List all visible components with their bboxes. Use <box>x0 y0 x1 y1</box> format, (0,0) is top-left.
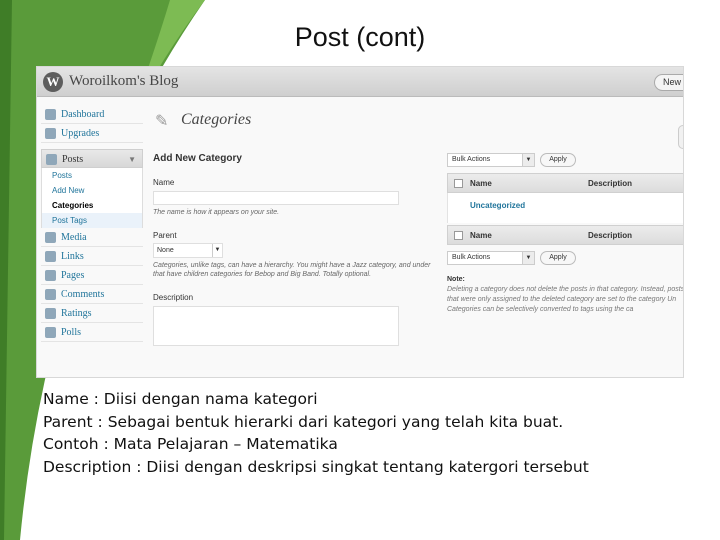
upgrades-icon <box>45 128 56 139</box>
posts-submenu: Posts Add New Categories Post Tags <box>41 168 143 228</box>
parent-select[interactable]: None ▼ <box>153 243 223 258</box>
wordpress-screenshot: W Woroilkom's Blog New P Dashboard Upgra… <box>36 66 684 378</box>
sidebar-item-upgrades[interactable]: Upgrades <box>41 124 143 143</box>
admin-sidebar: Dashboard Upgrades Posts ▼ Posts Add New… <box>41 105 143 342</box>
column-name[interactable]: Name <box>470 231 492 240</box>
bulk-actions-select[interactable]: Bulk Actions ▼ <box>447 153 535 167</box>
add-category-form: Add New Category Name The name is how it… <box>153 153 433 346</box>
sidebar-item-ratings[interactable]: Ratings <box>41 304 143 323</box>
sidebar-item-label: Ratings <box>61 308 92 319</box>
note-line-example: Contoh : Mata Pelajaran – Matematika <box>43 435 338 453</box>
note-text-2: Categories can be selectively converted … <box>447 306 634 313</box>
note-line-description: Description : Diisi dengan deskripsi sin… <box>43 457 589 476</box>
bulk-actions-row-top: Bulk Actions ▼ Apply <box>447 153 683 171</box>
bulk-actions-row-bottom: Bulk Actions ▼ Apply <box>447 251 683 269</box>
parent-hint: Categories, unlike tags, can have a hier… <box>153 262 431 278</box>
bulk-actions-value: Bulk Actions <box>452 156 491 163</box>
sidebar-item-label: Comments <box>61 289 105 300</box>
submenu-item-categories[interactable]: Categories <box>42 198 142 213</box>
note-line-name: Name : Diisi dengan nama kategori <box>43 390 318 408</box>
parent-select-value: None <box>157 247 174 254</box>
submenu-item-post-tags[interactable]: Post Tags <box>42 213 142 228</box>
chevron-down-icon: ▼ <box>522 252 534 264</box>
table-footer: Name Description <box>447 225 683 245</box>
chevron-down-icon[interactable]: ▼ <box>128 150 136 169</box>
sidebar-item-dashboard[interactable]: Dashboard <box>41 105 143 124</box>
category-name-input[interactable] <box>153 191 399 205</box>
sidebar-item-label: Posts <box>62 154 84 165</box>
category-link[interactable]: Uncategorized <box>470 201 525 210</box>
chevron-down-icon: ▼ <box>212 244 222 257</box>
media-icon <box>45 232 56 243</box>
sidebar-item-label: Media <box>61 232 87 243</box>
sidebar-item-label: Polls <box>61 327 82 338</box>
sidebar-item-links[interactable]: Links <box>41 247 143 266</box>
polls-icon <box>45 327 56 338</box>
bulk-actions-select[interactable]: Bulk Actions ▼ <box>447 251 535 265</box>
table-row: Uncategorized <box>447 193 683 223</box>
slide-title: Post (cont) <box>294 22 426 52</box>
links-icon <box>45 251 56 262</box>
description-label: Description <box>153 293 194 302</box>
admin-header: W Woroilkom's Blog New P <box>37 67 683 97</box>
blog-name[interactable]: Woroilkom's Blog <box>69 73 178 90</box>
sidebar-item-label: Links <box>61 251 84 262</box>
sidebar-item-label: Dashboard <box>61 109 105 120</box>
sidebar-item-label: Upgrades <box>61 128 100 139</box>
explanation-notes: Name : Diisi dengan nama kategori Parent… <box>43 388 713 478</box>
note-line-parent: Parent : Sebagai bentuk hierarki dari ka… <box>43 412 564 431</box>
select-all-checkbox[interactable] <box>454 179 463 188</box>
page-title: Categories <box>181 111 252 128</box>
pages-icon <box>45 270 56 281</box>
submenu-item-posts[interactable]: Posts <box>42 168 142 183</box>
sidebar-item-pages[interactable]: Pages <box>41 266 143 285</box>
column-description[interactable]: Description <box>588 179 632 188</box>
apply-button[interactable]: Apply <box>540 251 576 265</box>
sidebar-item-label: Pages <box>61 270 85 281</box>
note-text: Deleting a category does not delete the … <box>447 286 684 303</box>
name-label: Name <box>153 178 175 187</box>
note-title: Note: <box>447 276 465 283</box>
sidebar-item-comments[interactable]: Comments <box>41 285 143 304</box>
sidebar-item-media[interactable]: Media <box>41 228 143 247</box>
sidebar-item-posts[interactable]: Posts ▼ <box>41 149 143 168</box>
new-post-button[interactable]: New P <box>654 74 683 91</box>
delete-note: Note: Deleting a category does not delet… <box>447 275 684 315</box>
table-header: Name Description <box>447 173 683 193</box>
apply-button[interactable]: Apply <box>540 153 576 167</box>
chevron-down-icon: ▼ <box>522 154 534 166</box>
name-hint: The name is how it appears on your site. <box>153 209 280 216</box>
parent-label: Parent <box>153 231 177 240</box>
sidebar-item-polls[interactable]: Polls <box>41 323 143 342</box>
comments-icon <box>45 289 56 300</box>
column-description[interactable]: Description <box>588 231 632 240</box>
wordpress-logo-icon[interactable]: W <box>43 72 63 92</box>
description-textarea[interactable] <box>153 306 399 346</box>
screen-options-tab[interactable] <box>678 125 683 149</box>
pushpin-icon: ✎ <box>155 113 169 130</box>
form-heading: Add New Category <box>153 153 242 164</box>
submenu-item-add-new[interactable]: Add New <box>42 183 142 198</box>
categories-list-panel: Bulk Actions ▼ Apply Name Description Un… <box>447 153 684 315</box>
select-all-checkbox[interactable] <box>454 231 463 240</box>
posts-pin-icon <box>46 154 57 165</box>
bulk-actions-value: Bulk Actions <box>452 254 491 261</box>
ratings-icon <box>45 308 56 319</box>
column-name[interactable]: Name <box>470 179 492 188</box>
dashboard-icon <box>45 109 56 120</box>
